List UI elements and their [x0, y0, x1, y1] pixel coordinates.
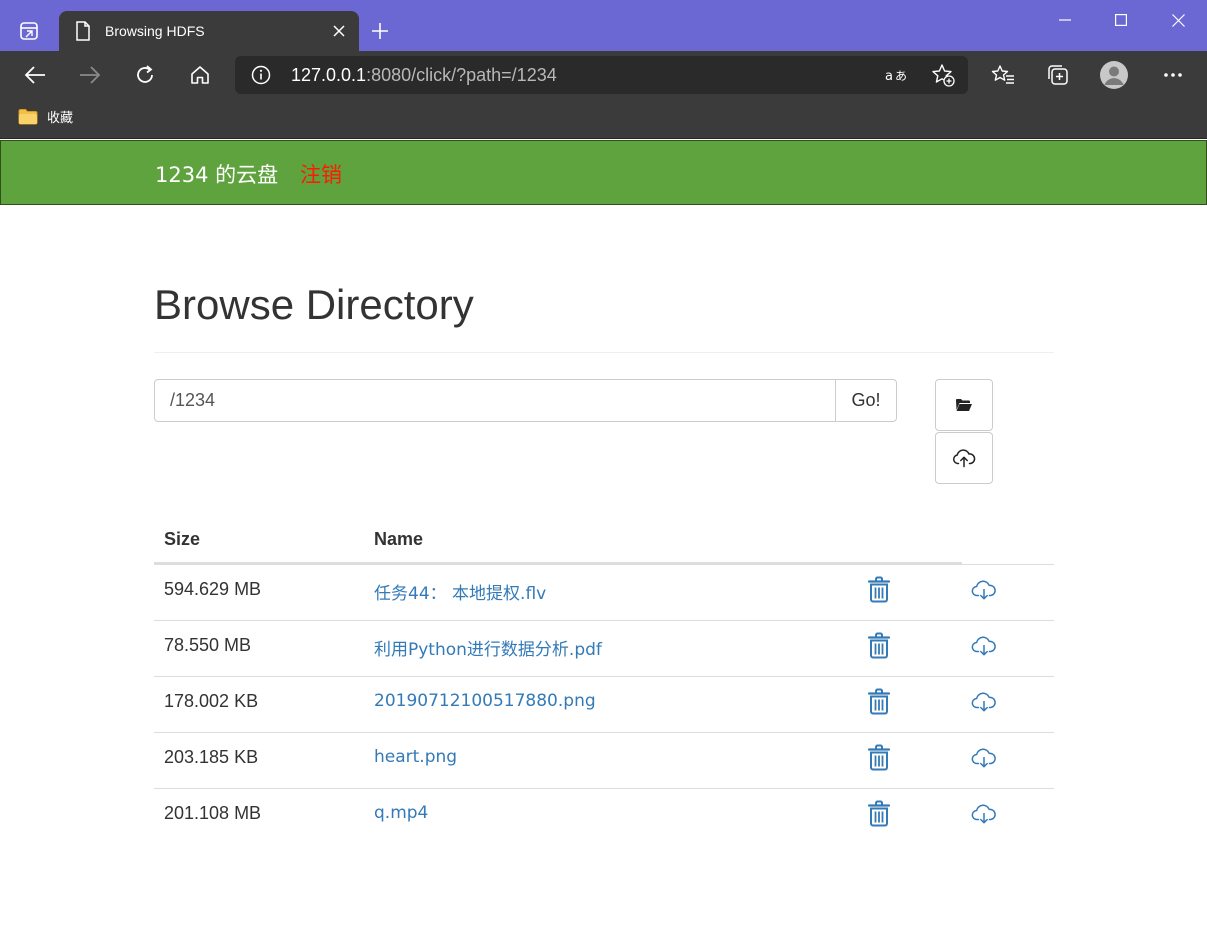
file-size: 594.629 MB [164, 579, 262, 599]
minimize-icon[interactable] [1037, 2, 1093, 38]
cloud-download-icon [971, 692, 996, 712]
close-tab-icon[interactable] [325, 17, 353, 45]
add-favorite-icon[interactable] [929, 62, 957, 88]
more-menu-icon[interactable] [1155, 59, 1191, 91]
favorites-bar: 收藏 [0, 99, 1207, 139]
upload-button[interactable] [935, 432, 993, 484]
page-icon [73, 21, 93, 41]
cloud-download-icon [971, 580, 996, 600]
trash-icon [867, 744, 891, 770]
favorites-icon[interactable] [985, 59, 1021, 91]
new-tab-icon[interactable] [366, 17, 394, 45]
delete-button[interactable] [866, 799, 892, 827]
home-icon[interactable] [182, 59, 218, 91]
column-header-size: Size [164, 529, 201, 549]
folder-open-icon [956, 399, 972, 411]
trash-icon [867, 800, 891, 826]
maximize-icon[interactable] [1093, 2, 1149, 38]
tab-title: Browsing HDFS [105, 23, 205, 39]
profile-avatar-icon[interactable] [1096, 59, 1132, 91]
address-bar[interactable]: 127.0.0.1:8080/click/?path=/1234 aあ [235, 56, 968, 94]
logout-link[interactable]: 注销 [300, 159, 342, 189]
close-window-icon[interactable] [1150, 2, 1206, 38]
folder-icon [18, 109, 38, 125]
back-arrow-icon[interactable] [17, 59, 53, 91]
collections-icon[interactable] [1040, 59, 1076, 91]
browser-toolbar: 127.0.0.1:8080/click/?path=/1234 aあ [0, 51, 1207, 99]
file-name-link[interactable]: 利用Python进行数据分析.pdf [374, 635, 602, 660]
delete-button[interactable] [866, 743, 892, 771]
table-row: 78.550 MB 利用Python进行数据分析.pdf [154, 620, 1054, 676]
url-text[interactable]: 127.0.0.1:8080/click/?path=/1234 [291, 65, 557, 86]
open-folder-button[interactable] [935, 379, 993, 431]
site-info-icon[interactable] [251, 65, 271, 85]
site-header: 1234 的云盘 注销 [0, 140, 1207, 205]
svg-text:あ: あ [895, 69, 907, 83]
file-size: 203.185 KB [164, 747, 259, 767]
user-disk-title: 1234 的云盘 [155, 163, 279, 187]
trash-icon [867, 576, 891, 602]
page-title: Browse Directory [154, 281, 474, 328]
download-button[interactable] [970, 633, 998, 659]
delete-button[interactable] [866, 575, 892, 603]
cloud-download-icon [971, 636, 996, 656]
file-name-link[interactable]: q.mp4 [374, 803, 428, 823]
url-host: 127.0.0.1 [291, 65, 367, 85]
favorites-folder-label: 收藏 [47, 111, 74, 126]
forward-arrow-icon[interactable] [72, 59, 108, 91]
file-size: 178.002 KB [164, 691, 259, 711]
url-path: :8080/click/?path=/1234 [366, 65, 557, 85]
favorites-folder[interactable]: 收藏 [18, 107, 73, 126]
table-row: 203.185 KB heart.png [154, 732, 1054, 788]
column-header-name: Name [374, 529, 424, 549]
delete-button[interactable] [866, 631, 892, 659]
download-button[interactable] [970, 577, 998, 603]
file-name-link[interactable]: heart.png [374, 747, 457, 767]
browser-titlebar: Browsing HDFS [0, 0, 1207, 51]
cloud-upload-icon [952, 449, 976, 468]
divider [154, 352, 1054, 353]
refresh-icon[interactable] [127, 59, 163, 91]
tab-actions-icon[interactable] [17, 19, 41, 43]
table-row: 201.108 MB q.mp4 [154, 788, 1054, 844]
trash-icon [867, 632, 891, 658]
browser-tab[interactable]: Browsing HDFS [59, 11, 359, 51]
path-input[interactable] [154, 379, 836, 422]
go-button[interactable]: Go! [835, 379, 897, 422]
delete-button[interactable] [866, 687, 892, 715]
read-aloud-icon[interactable]: aあ [883, 62, 911, 88]
file-name-link[interactable]: 任务44： 本地提权.flv [374, 579, 546, 604]
cloud-download-icon [971, 804, 996, 824]
svg-text:a: a [885, 69, 893, 84]
table-row: 594.629 MB 任务44： 本地提权.flv [154, 564, 1054, 620]
trash-icon [867, 688, 891, 714]
file-size: 78.550 MB [164, 635, 252, 655]
download-button[interactable] [970, 745, 998, 771]
file-size: 201.108 MB [164, 803, 262, 823]
cloud-download-icon [971, 748, 996, 768]
table-row: 178.002 KB 20190712100517880.png [154, 676, 1054, 732]
download-button[interactable] [970, 801, 998, 827]
download-button[interactable] [970, 689, 998, 715]
file-name-link[interactable]: 20190712100517880.png [374, 691, 596, 711]
